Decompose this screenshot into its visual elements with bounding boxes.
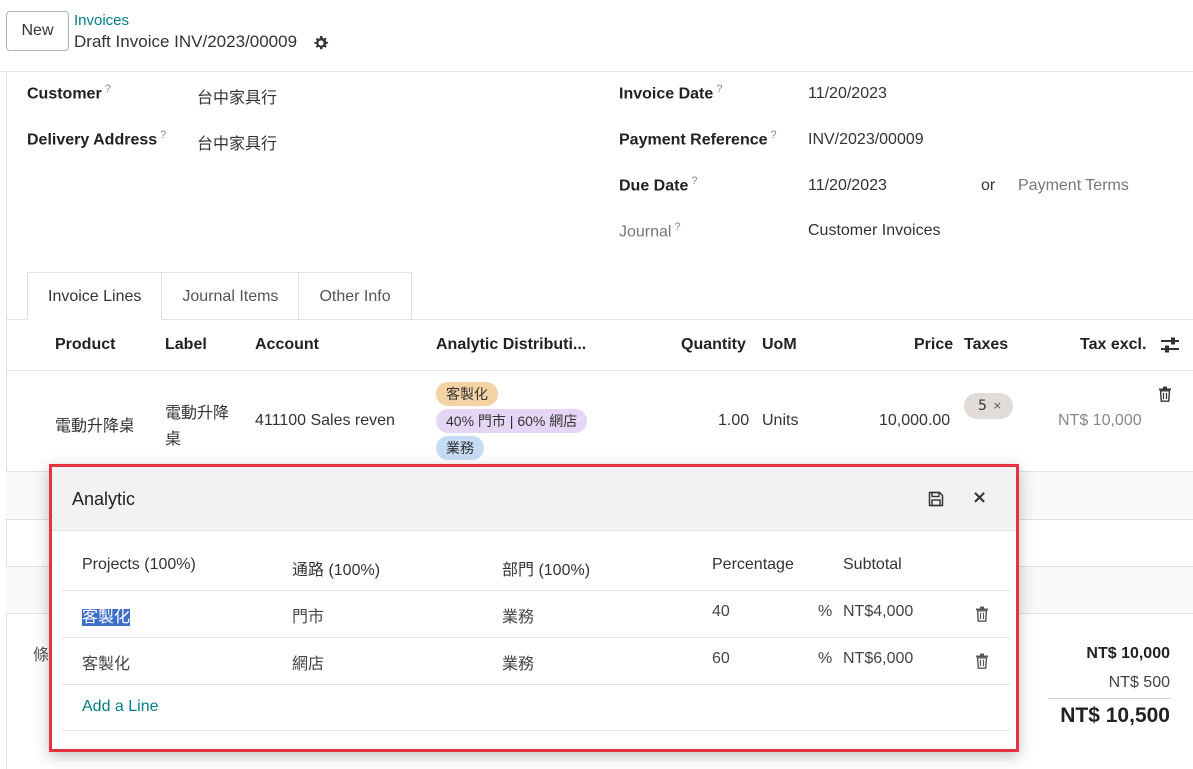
due-date-label: Due Date?: [619, 175, 698, 195]
popup-footer-divider: [62, 730, 1010, 731]
delete-row-icon[interactable]: [1158, 386, 1172, 402]
column-header-account[interactable]: Account: [255, 336, 319, 354]
journal-field[interactable]: Customer Invoices: [808, 222, 941, 240]
column-header-analytic[interactable]: Analytic Distributi...: [436, 336, 586, 354]
remove-tag-icon[interactable]: ×: [993, 393, 1002, 419]
column-header-percentage: Percentage: [712, 556, 794, 573]
tab-other-info[interactable]: Other Info: [299, 272, 412, 320]
save-icon[interactable]: [928, 491, 944, 507]
row-uom[interactable]: Units: [762, 412, 798, 430]
subtotal-value: NT$4,000: [843, 603, 914, 620]
total-amount: NT$ 10,500: [1060, 704, 1170, 727]
payment-reference-label: Payment Reference?: [619, 129, 777, 149]
column-header-product[interactable]: Product: [55, 336, 115, 354]
row-account[interactable]: 411100 Sales reven: [255, 412, 395, 430]
tab-invoice-lines[interactable]: Invoice Lines: [27, 272, 163, 320]
help-tooltip-icon[interactable]: ?: [674, 221, 680, 233]
tax-tag[interactable]: 5 ×: [964, 393, 1013, 419]
help-tooltip-icon[interactable]: ?: [691, 175, 697, 187]
column-header-subtotal: Subtotal: [843, 556, 902, 573]
analytic-distribution-tag[interactable]: 40% 門市 | 60% 網店: [436, 409, 588, 433]
subtotal-value: NT$6,000: [843, 650, 914, 667]
project-field[interactable]: 客製化: [82, 609, 131, 626]
help-tooltip-icon[interactable]: ?: [160, 129, 166, 141]
percent-sign: %: [818, 650, 833, 667]
help-tooltip-icon[interactable]: ?: [771, 129, 777, 141]
column-header-quantity[interactable]: Quantity: [681, 336, 746, 354]
add-line-link[interactable]: Add a Line: [82, 698, 159, 716]
gear-icon[interactable]: [313, 35, 329, 51]
notebook-tabs: Invoice Lines Journal Items Other Info: [27, 272, 412, 320]
delivery-address-field[interactable]: 台中家具行: [197, 130, 277, 154]
journal-label: Journal?: [619, 221, 681, 241]
control-panel: New Invoices Draft Invoice INV/2023/0000…: [0, 0, 1193, 72]
breadcrumb-current-record: Draft Invoice INV/2023/00009: [74, 32, 298, 51]
department-field[interactable]: 業務: [502, 650, 534, 674]
column-header-label[interactable]: Label: [165, 336, 207, 354]
customer-field[interactable]: 台中家具行: [197, 84, 277, 108]
column-header-department: 部門 (100%): [502, 562, 591, 579]
row-price[interactable]: 10,000.00: [879, 412, 950, 430]
delete-row-icon[interactable]: [975, 606, 989, 622]
column-settings-icon[interactable]: [1160, 336, 1180, 354]
due-date-field[interactable]: 11/20/2023: [808, 177, 887, 195]
popup-row-divider: [62, 684, 1010, 685]
row-product[interactable]: 電動升降桌: [55, 412, 133, 436]
percent-sign: %: [818, 603, 833, 620]
breadcrumb-invoices-link[interactable]: Invoices: [74, 12, 129, 29]
analytic-popup-header: Analytic ×: [52, 467, 1016, 531]
channel-field[interactable]: 門市: [292, 603, 324, 627]
column-header-projects: Projects (100%): [82, 556, 196, 573]
row-subtotal: NT$ 10,000: [1058, 412, 1142, 429]
customer-label: Customer?: [27, 83, 111, 103]
untaxed-amount: NT$ 10,000: [1086, 645, 1170, 662]
analytic-popup: Analytic × Projects (100%) 通路 (100%) 部門 …: [49, 464, 1019, 752]
project-field[interactable]: 客製化: [82, 650, 130, 674]
tax-tag-label: 5: [978, 398, 987, 414]
analytic-tag[interactable]: 客製化: [436, 382, 498, 406]
row-label-line1[interactable]: 電動升降: [165, 399, 229, 423]
popup-header-divider: [62, 590, 1010, 591]
tax-amount: NT$ 500: [1108, 674, 1170, 691]
payment-terms-field[interactable]: Payment Terms: [1018, 177, 1129, 195]
delete-row-icon[interactable]: [975, 653, 989, 669]
new-button[interactable]: New: [6, 11, 69, 51]
row-label-line2[interactable]: 桌: [165, 425, 181, 449]
column-header-channel: 通路 (100%): [292, 562, 381, 579]
percentage-field[interactable]: 40: [712, 603, 730, 621]
invoice-date-label: Invoice Date?: [619, 83, 723, 103]
department-field[interactable]: 業務: [502, 603, 534, 627]
percentage-field[interactable]: 60: [712, 650, 730, 668]
analytic-tag[interactable]: 業務: [436, 436, 484, 460]
popup-row-divider: [62, 637, 1010, 638]
column-header-price[interactable]: Price: [914, 336, 953, 354]
tab-journal-items[interactable]: Journal Items: [162, 272, 300, 320]
row-quantity[interactable]: 1.00: [718, 412, 749, 430]
column-header-tax-excl[interactable]: Tax excl.: [1080, 336, 1146, 354]
terms-conditions-partial: 條: [33, 647, 50, 664]
help-tooltip-icon[interactable]: ?: [716, 83, 722, 95]
channel-field[interactable]: 網店: [292, 650, 324, 674]
analytic-popup-title: Analytic: [72, 489, 136, 509]
delivery-address-label: Delivery Address?: [27, 129, 167, 149]
invoice-date-field[interactable]: 11/20/2023: [808, 85, 887, 103]
close-icon[interactable]: ×: [972, 487, 987, 508]
column-header-taxes[interactable]: Taxes: [964, 336, 1008, 354]
help-tooltip-icon[interactable]: ?: [105, 83, 111, 95]
header-divider: [6, 370, 1193, 371]
column-header-uom[interactable]: UoM: [762, 336, 797, 354]
payment-reference-field[interactable]: INV/2023/00009: [808, 131, 924, 149]
or-text: or: [981, 177, 996, 194]
totals-divider: [1048, 698, 1170, 699]
